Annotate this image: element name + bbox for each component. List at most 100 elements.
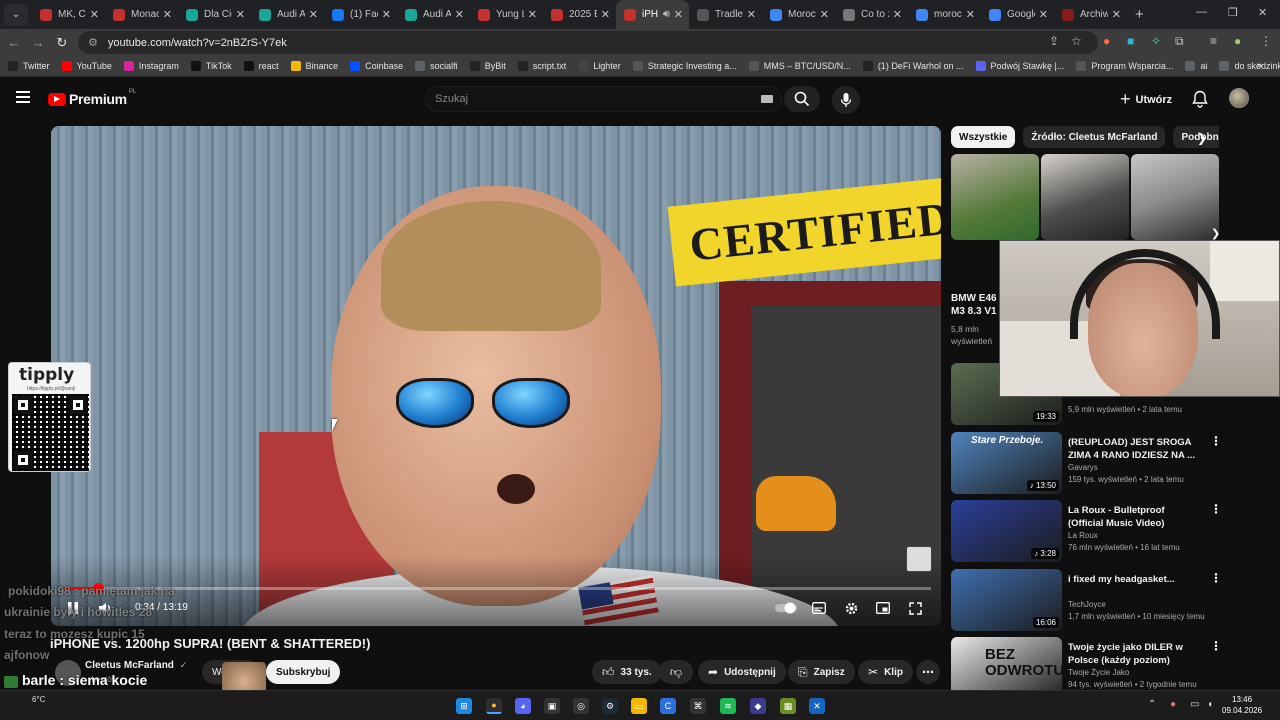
bookmark-item[interactable]: Instagram xyxy=(123,61,179,71)
save-button[interactable]: ⎘ Zapisz xyxy=(788,660,855,684)
browser-tab[interactable]: Google ✕ xyxy=(981,0,1054,29)
browser-tab[interactable]: Archiw ✕ xyxy=(1054,0,1127,29)
recommendation-title[interactable]: La Roux - Bulletproof (Official Music Vi… xyxy=(1068,504,1198,530)
bookmark-item[interactable]: react xyxy=(243,61,279,71)
browser-tab[interactable]: Yung L ✕ xyxy=(470,0,543,29)
bookmark-item[interactable]: TikTok xyxy=(190,61,232,71)
more-options-icon[interactable]: ⋮ xyxy=(1210,502,1222,516)
recommendation-channel[interactable]: Gavarys xyxy=(1068,463,1098,472)
close-tab-icon[interactable]: ✕ xyxy=(382,8,391,21)
browser-tab[interactable]: Audi A ✕ xyxy=(397,0,470,29)
extension-blue-icon[interactable]: ■ xyxy=(1127,34,1134,48)
bookmark-star-icon[interactable]: ☆ xyxy=(1071,34,1082,48)
notifications-button[interactable] xyxy=(1192,90,1208,113)
recommendation-channel[interactable]: TechJoyce xyxy=(1068,600,1106,609)
youtube-premium-logo[interactable]: Premium PL xyxy=(48,89,136,107)
close-tab-icon[interactable]: ✕ xyxy=(1112,8,1121,21)
audio-icon[interactable]: 🔊︎ xyxy=(663,8,670,21)
shorts-thumbnail[interactable] xyxy=(951,154,1039,240)
more-options-icon[interactable]: ⋮ xyxy=(1210,571,1222,585)
chevron-right-icon[interactable]: ❯ xyxy=(1211,227,1220,240)
more-options-icon[interactable]: ⋮ xyxy=(1210,639,1222,653)
browser-tab[interactable]: Moroc ✕ xyxy=(762,0,835,29)
windows-start-icon[interactable]: ⊞ xyxy=(456,698,472,714)
recommendation-title[interactable]: Twoje życie jako DILER w Polsce (każdy p… xyxy=(1068,641,1198,667)
bookmark-item[interactable]: Strategic Investing a... xyxy=(632,61,737,71)
bookmark-item[interactable]: (1) DeFi Warhol on ... xyxy=(862,61,964,71)
bookmark-item[interactable]: YouTube xyxy=(61,61,112,71)
close-tab-icon[interactable]: ✕ xyxy=(90,8,99,21)
chrome-icon[interactable]: ● xyxy=(486,698,502,714)
reading-list-icon[interactable]: ≡ xyxy=(1210,34,1217,48)
video-thumbnail[interactable]: ♪ 3:28 xyxy=(951,500,1062,562)
close-tab-icon[interactable]: ✕ xyxy=(236,8,245,21)
close-tab-icon[interactable]: ✕ xyxy=(455,8,464,21)
autoplay-toggle[interactable] xyxy=(773,598,799,618)
close-tab-icon[interactable]: ✕ xyxy=(528,8,537,21)
shorts-thumbnail[interactable] xyxy=(1041,154,1129,240)
recommendation-channel[interactable]: La Roux xyxy=(1068,531,1098,540)
chevron-right-icon[interactable]: ❯ xyxy=(1197,131,1207,145)
more-options-icon[interactable]: ⋮ xyxy=(1210,434,1222,448)
network-icon[interactable]: ▭ xyxy=(1190,699,1199,710)
account-avatar[interactable] xyxy=(1229,88,1249,108)
browser-tab[interactable]: iPH 🔊︎ ✕ xyxy=(616,0,689,29)
miniplayer-button[interactable] xyxy=(871,598,895,618)
close-tab-icon[interactable]: ✕ xyxy=(747,8,756,21)
like-button[interactable]: 👍︎ 33 tys. xyxy=(592,660,662,684)
channel-watermark[interactable] xyxy=(906,546,932,572)
browser-tab[interactable]: MK, Ch ✕ xyxy=(32,0,105,29)
keyboard-icon[interactable] xyxy=(761,95,773,103)
bookmark-item[interactable]: ByBit xyxy=(469,61,506,71)
more-actions-button[interactable]: ⋯ xyxy=(916,660,940,684)
search-button[interactable] xyxy=(784,86,820,112)
browser-tab[interactable]: Audi A ✕ xyxy=(251,0,324,29)
menu-icon[interactable] xyxy=(16,91,30,103)
profile-icon[interactable]: ● xyxy=(1234,34,1241,48)
bookmark-item[interactable]: script.txt xyxy=(517,61,566,71)
partial-item-title[interactable]: BMW E46 M3 8.3 V1 xyxy=(951,292,997,318)
forward-icon[interactable]: → xyxy=(26,35,50,50)
reload-icon[interactable]: ↻ xyxy=(50,35,74,51)
maximize-button[interactable]: ❐ xyxy=(1228,6,1238,19)
browser-tab[interactable]: Dla Cie ✕ xyxy=(178,0,251,29)
subscribe-button[interactable]: Subskrybuj xyxy=(266,660,341,684)
close-tab-icon[interactable]: ✕ xyxy=(163,8,172,21)
discord-icon[interactable]: ◕ xyxy=(515,698,531,714)
back-icon[interactable]: ← xyxy=(2,35,26,50)
game-icon[interactable]: ▦ xyxy=(780,698,796,714)
minimize-button[interactable]: — xyxy=(1196,6,1207,18)
bookmark-item[interactable]: MMS – BTC/USD/N... xyxy=(748,61,851,71)
app-icon[interactable]: ▣ xyxy=(544,698,560,714)
extension-teal-icon[interactable]: ✧ xyxy=(1151,34,1161,48)
close-tab-icon[interactable]: ✕ xyxy=(1039,8,1048,21)
file-explorer-icon[interactable]: ▭ xyxy=(631,698,647,714)
progress-bar[interactable] xyxy=(61,583,931,594)
edge-icon[interactable]: C xyxy=(660,698,676,714)
obs-icon[interactable]: ◎ xyxy=(573,698,589,714)
filter-chip[interactable]: Wszystkie xyxy=(951,126,1016,148)
recommendation-title[interactable]: i fixed my headgasket... xyxy=(1068,573,1198,586)
recommendation-channel[interactable]: Twoje Życie Jako xyxy=(1068,668,1129,677)
share-button[interactable]: ➦ Udostępnij xyxy=(698,660,786,684)
browser-tab[interactable]: Monac ✕ xyxy=(105,0,178,29)
chrome-menu-icon[interactable]: ⋮ xyxy=(1260,34,1272,48)
omnibox[interactable]: ⚙ youtube.com/watch?v=2nBZrS-Y7ek xyxy=(78,31,1098,54)
app-icon[interactable]: ✕ xyxy=(809,698,825,714)
browser-tab[interactable]: 2025 B ✕ xyxy=(543,0,616,29)
close-tab-icon[interactable]: ✕ xyxy=(966,8,975,21)
microphone-tray-icon[interactable]: ● xyxy=(1170,699,1176,710)
close-window-button[interactable]: ✕ xyxy=(1258,6,1267,19)
spotify-icon[interactable]: ≋ xyxy=(720,698,736,714)
close-tab-icon[interactable]: ✕ xyxy=(601,8,610,21)
steam-icon[interactable]: ⚙ xyxy=(602,698,618,714)
bookmark-item[interactable]: ai xyxy=(1185,61,1207,71)
bookmark-item[interactable]: Podwój Stawkę |... xyxy=(975,61,1064,71)
browser-tab[interactable]: Tradle ✕ xyxy=(689,0,762,29)
filter-chip[interactable]: Źródło: Cleetus McFarland xyxy=(1023,126,1166,148)
video-thumbnail[interactable]: Stare Przeboje. ♪ 13:50 xyxy=(951,432,1062,494)
tray-overflow-icon[interactable]: ⌃ xyxy=(1148,699,1156,710)
video-player[interactable]: CERTIFIED M 0:34 / 13:19 xyxy=(51,126,941,626)
taskbar-clock[interactable]: 13:46 09.04.2026 xyxy=(1222,694,1262,716)
close-tab-icon[interactable]: ✕ xyxy=(674,8,683,21)
